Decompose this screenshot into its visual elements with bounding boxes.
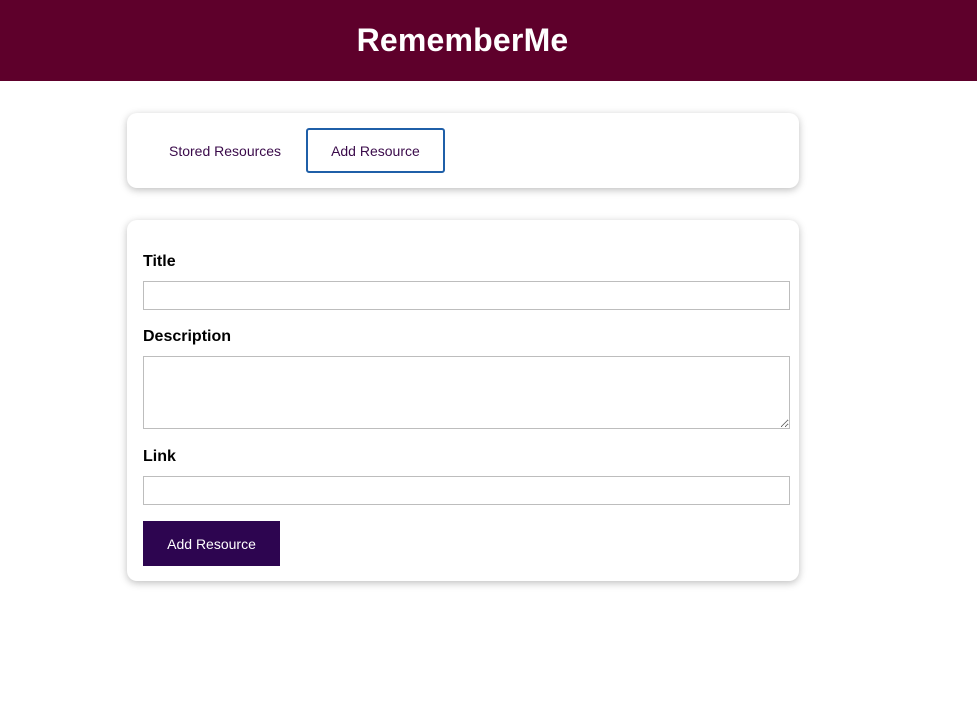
tab-add-resource[interactable]: Add Resource <box>306 128 445 173</box>
link-label: Link <box>143 448 176 465</box>
description-field-group: Description <box>143 328 790 429</box>
app-title: RememberMe <box>356 22 569 58</box>
add-resource-form: Title Description Link Add Resource <box>127 220 799 581</box>
add-resource-button[interactable]: Add Resource <box>143 521 280 566</box>
description-textarea[interactable] <box>143 356 790 429</box>
title-label: Title <box>143 253 176 270</box>
title-input[interactable] <box>143 281 790 310</box>
nav-card: Stored Resources Add Resource <box>127 113 799 188</box>
tab-stored-resources[interactable]: Stored Resources <box>151 128 299 173</box>
app-header: RememberMe <box>0 0 977 81</box>
description-label: Description <box>143 328 232 345</box>
link-field-group: Link <box>143 448 790 505</box>
link-input[interactable] <box>143 476 790 505</box>
title-field-group: Title <box>143 253 790 310</box>
